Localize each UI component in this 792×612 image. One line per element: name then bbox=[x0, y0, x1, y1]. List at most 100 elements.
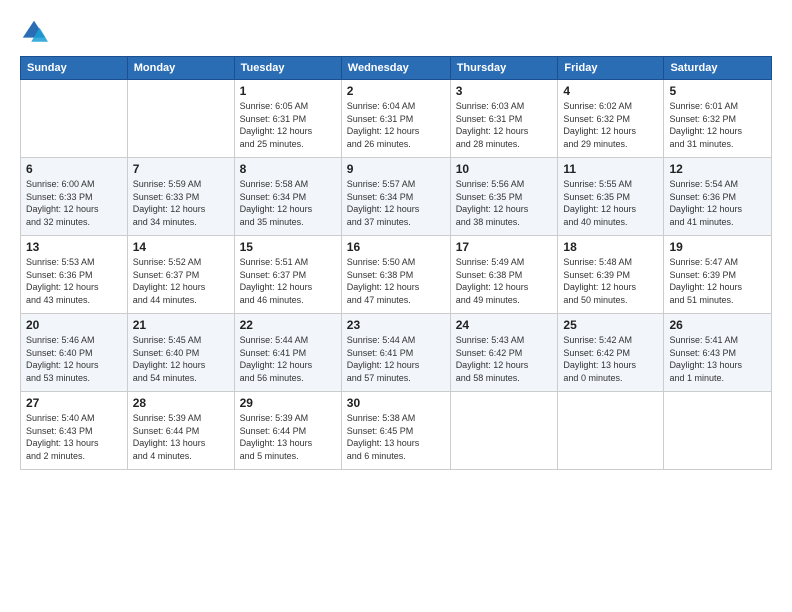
day-info: Sunrise: 5:56 AM Sunset: 6:35 PM Dayligh… bbox=[456, 178, 553, 228]
calendar-cell: 23 Sunrise: 5:44 AM Sunset: 6:41 PM Dayli… bbox=[341, 314, 450, 392]
day-info: Sunrise: 6:04 AM Sunset: 6:31 PM Dayligh… bbox=[347, 100, 445, 150]
day-info: Sunrise: 5:49 AM Sunset: 6:38 PM Dayligh… bbox=[456, 256, 553, 306]
calendar-cell: 26 Sunrise: 5:41 AM Sunset: 6:43 PM Dayli… bbox=[664, 314, 772, 392]
page: Sunday Monday Tuesday Wednesday Thursday… bbox=[0, 0, 792, 612]
day-number: 8 bbox=[240, 162, 336, 176]
col-wednesday: Wednesday bbox=[341, 57, 450, 80]
col-friday: Friday bbox=[558, 57, 664, 80]
col-saturday: Saturday bbox=[664, 57, 772, 80]
day-number: 17 bbox=[456, 240, 553, 254]
day-number: 13 bbox=[26, 240, 122, 254]
calendar-cell: 29 Sunrise: 5:39 AM Sunset: 6:44 PM Dayli… bbox=[234, 392, 341, 470]
day-number: 2 bbox=[347, 84, 445, 98]
day-info: Sunrise: 5:40 AM Sunset: 6:43 PM Dayligh… bbox=[26, 412, 122, 462]
day-info: Sunrise: 5:47 AM Sunset: 6:39 PM Dayligh… bbox=[669, 256, 766, 306]
day-info: Sunrise: 5:38 AM Sunset: 6:45 PM Dayligh… bbox=[347, 412, 445, 462]
day-number: 9 bbox=[347, 162, 445, 176]
day-number: 24 bbox=[456, 318, 553, 332]
day-number: 7 bbox=[133, 162, 229, 176]
day-info: Sunrise: 5:48 AM Sunset: 6:39 PM Dayligh… bbox=[563, 256, 658, 306]
day-number: 6 bbox=[26, 162, 122, 176]
day-number: 1 bbox=[240, 84, 336, 98]
day-number: 15 bbox=[240, 240, 336, 254]
calendar-cell: 11Sunrise: 5:55 AM Sunset: 6:35 PM Dayli… bbox=[558, 158, 664, 236]
calendar-cell: 13 Sunrise: 5:53 AM Sunset: 6:36 PM Dayli… bbox=[21, 236, 128, 314]
calendar-cell: 24 Sunrise: 5:43 AM Sunset: 6:42 PM Dayli… bbox=[450, 314, 558, 392]
day-info: Sunrise: 5:52 AM Sunset: 6:37 PM Dayligh… bbox=[133, 256, 229, 306]
col-tuesday: Tuesday bbox=[234, 57, 341, 80]
day-number: 29 bbox=[240, 396, 336, 410]
calendar-cell: 28Sunrise: 5:39 AM Sunset: 6:44 PM Dayli… bbox=[127, 392, 234, 470]
day-number: 23 bbox=[347, 318, 445, 332]
day-info: Sunrise: 6:01 AM Sunset: 6:32 PM Dayligh… bbox=[669, 100, 766, 150]
day-info: Sunrise: 5:45 AM Sunset: 6:40 PM Dayligh… bbox=[133, 334, 229, 384]
day-info: Sunrise: 6:00 AM Sunset: 6:33 PM Dayligh… bbox=[26, 178, 122, 228]
day-info: Sunrise: 5:54 AM Sunset: 6:36 PM Dayligh… bbox=[669, 178, 766, 228]
day-info: Sunrise: 6:02 AM Sunset: 6:32 PM Dayligh… bbox=[563, 100, 658, 150]
day-info: Sunrise: 5:44 AM Sunset: 6:41 PM Dayligh… bbox=[240, 334, 336, 384]
day-number: 5 bbox=[669, 84, 766, 98]
calendar-cell bbox=[21, 80, 128, 158]
day-info: Sunrise: 5:46 AM Sunset: 6:40 PM Dayligh… bbox=[26, 334, 122, 384]
calendar-week-1: 1 Sunrise: 6:05 AM Sunset: 6:31 PM Daylig… bbox=[21, 80, 772, 158]
header bbox=[20, 18, 772, 46]
calendar-week-5: 27 Sunrise: 5:40 AM Sunset: 6:43 PM Dayli… bbox=[21, 392, 772, 470]
day-number: 10 bbox=[456, 162, 553, 176]
calendar-cell: 27 Sunrise: 5:40 AM Sunset: 6:43 PM Dayli… bbox=[21, 392, 128, 470]
calendar-cell: 30 Sunrise: 5:38 AM Sunset: 6:45 PM Dayli… bbox=[341, 392, 450, 470]
day-info: Sunrise: 5:59 AM Sunset: 6:33 PM Dayligh… bbox=[133, 178, 229, 228]
day-info: Sunrise: 6:05 AM Sunset: 6:31 PM Dayligh… bbox=[240, 100, 336, 150]
day-info: Sunrise: 5:58 AM Sunset: 6:34 PM Dayligh… bbox=[240, 178, 336, 228]
day-info: Sunrise: 5:53 AM Sunset: 6:36 PM Dayligh… bbox=[26, 256, 122, 306]
day-number: 3 bbox=[456, 84, 553, 98]
calendar-cell: 21 Sunrise: 5:45 AM Sunset: 6:40 PM Dayli… bbox=[127, 314, 234, 392]
day-number: 16 bbox=[347, 240, 445, 254]
day-info: Sunrise: 5:44 AM Sunset: 6:41 PM Dayligh… bbox=[347, 334, 445, 384]
day-number: 4 bbox=[563, 84, 658, 98]
day-info: Sunrise: 5:39 AM Sunset: 6:44 PM Dayligh… bbox=[240, 412, 336, 462]
day-number: 20 bbox=[26, 318, 122, 332]
calendar-cell: 18 Sunrise: 5:48 AM Sunset: 6:39 PM Dayli… bbox=[558, 236, 664, 314]
calendar-cell: 7 Sunrise: 5:59 AM Sunset: 6:33 PM Daylig… bbox=[127, 158, 234, 236]
calendar-cell: 5 Sunrise: 6:01 AM Sunset: 6:32 PM Daylig… bbox=[664, 80, 772, 158]
calendar-cell bbox=[450, 392, 558, 470]
day-number: 14 bbox=[133, 240, 229, 254]
day-number: 11 bbox=[563, 162, 658, 176]
day-info: Sunrise: 5:51 AM Sunset: 6:37 PM Dayligh… bbox=[240, 256, 336, 306]
day-info: Sunrise: 5:50 AM Sunset: 6:38 PM Dayligh… bbox=[347, 256, 445, 306]
calendar-cell: 12Sunrise: 5:54 AM Sunset: 6:36 PM Dayli… bbox=[664, 158, 772, 236]
day-number: 19 bbox=[669, 240, 766, 254]
calendar-cell: 17 Sunrise: 5:49 AM Sunset: 6:38 PM Dayli… bbox=[450, 236, 558, 314]
day-number: 22 bbox=[240, 318, 336, 332]
day-number: 26 bbox=[669, 318, 766, 332]
day-number: 27 bbox=[26, 396, 122, 410]
day-info: Sunrise: 5:42 AM Sunset: 6:42 PM Dayligh… bbox=[563, 334, 658, 384]
col-thursday: Thursday bbox=[450, 57, 558, 80]
day-number: 18 bbox=[563, 240, 658, 254]
day-info: Sunrise: 5:41 AM Sunset: 6:43 PM Dayligh… bbox=[669, 334, 766, 384]
calendar-cell bbox=[664, 392, 772, 470]
calendar-cell: 22 Sunrise: 5:44 AM Sunset: 6:41 PM Dayli… bbox=[234, 314, 341, 392]
day-number: 25 bbox=[563, 318, 658, 332]
day-number: 30 bbox=[347, 396, 445, 410]
calendar-cell bbox=[127, 80, 234, 158]
day-info: Sunrise: 5:39 AM Sunset: 6:44 PM Dayligh… bbox=[133, 412, 229, 462]
col-sunday: Sunday bbox=[21, 57, 128, 80]
calendar-cell: 19 Sunrise: 5:47 AM Sunset: 6:39 PM Dayli… bbox=[664, 236, 772, 314]
calendar-week-3: 13 Sunrise: 5:53 AM Sunset: 6:36 PM Dayli… bbox=[21, 236, 772, 314]
logo-icon bbox=[20, 18, 48, 46]
day-info: Sunrise: 5:43 AM Sunset: 6:42 PM Dayligh… bbox=[456, 334, 553, 384]
calendar-cell: 15 Sunrise: 5:51 AM Sunset: 6:37 PM Dayli… bbox=[234, 236, 341, 314]
calendar-cell: 20 Sunrise: 5:46 AM Sunset: 6:40 PM Dayli… bbox=[21, 314, 128, 392]
logo bbox=[20, 18, 52, 46]
day-info: Sunrise: 6:03 AM Sunset: 6:31 PM Dayligh… bbox=[456, 100, 553, 150]
day-number: 21 bbox=[133, 318, 229, 332]
calendar-cell: 14 Sunrise: 5:52 AM Sunset: 6:37 PM Dayli… bbox=[127, 236, 234, 314]
calendar-table: Sunday Monday Tuesday Wednesday Thursday… bbox=[20, 56, 772, 470]
calendar-cell: 16 Sunrise: 5:50 AM Sunset: 6:38 PM Dayli… bbox=[341, 236, 450, 314]
calendar-cell: 9Sunrise: 5:57 AM Sunset: 6:34 PM Daylig… bbox=[341, 158, 450, 236]
col-monday: Monday bbox=[127, 57, 234, 80]
calendar-cell bbox=[558, 392, 664, 470]
calendar-cell: 2 Sunrise: 6:04 AM Sunset: 6:31 PM Daylig… bbox=[341, 80, 450, 158]
calendar-week-2: 6 Sunrise: 6:00 AM Sunset: 6:33 PM Daylig… bbox=[21, 158, 772, 236]
